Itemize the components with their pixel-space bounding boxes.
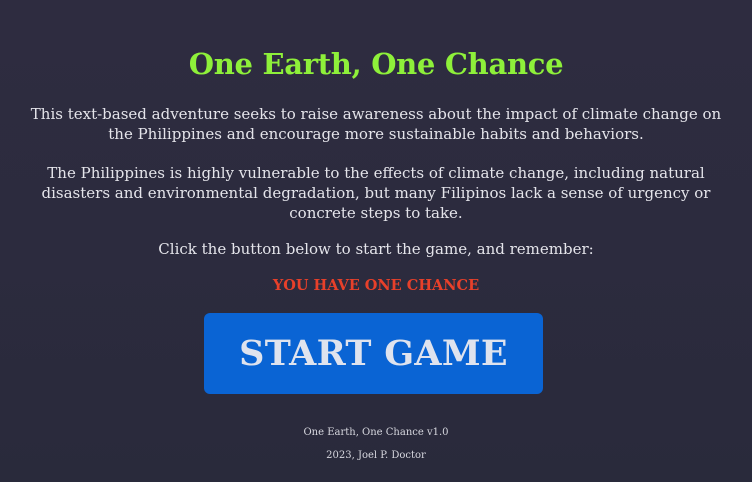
version-text: One Earth, One Chance v1.0 [303,427,449,438]
context-paragraph: The Philippines is highly vulnerable to … [41,164,711,222]
credit-text: 2023, Joel P. Doctor [326,450,426,461]
warning-text: YOU HAVE ONE CHANCE [272,277,480,294]
title-screen: One Earth, One Chance This text-based ad… [0,0,752,482]
start-game-button[interactable]: START GAME [204,313,543,394]
game-title: One Earth, One Chance [188,47,564,81]
instruction-text: Click the button below to start the game… [158,240,594,258]
intro-paragraph: This text-based adventure seeks to raise… [30,105,722,143]
